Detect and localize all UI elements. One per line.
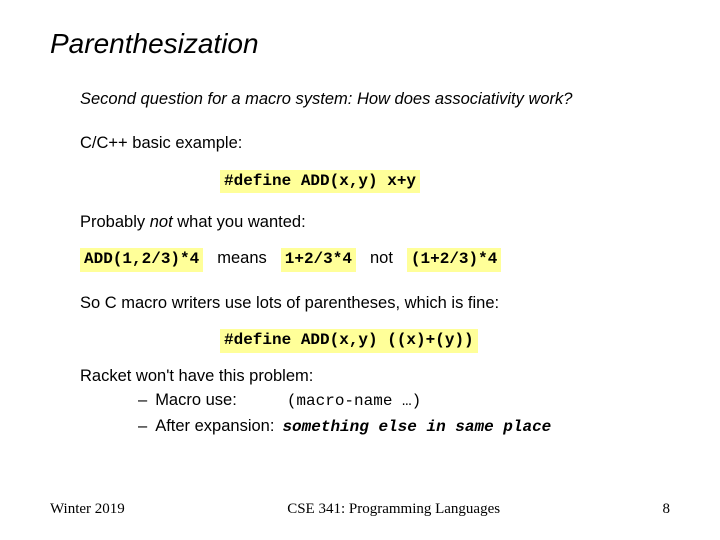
footer-term: Winter 2019 (50, 501, 125, 518)
code-call: ADD(1,2/3)*4 (80, 248, 203, 272)
probably-prefix: Probably (80, 213, 150, 231)
define-line-2: #define ADD(x,y) ((x)+(y)) (80, 328, 670, 353)
footer-course: CSE 341: Programming Languages (287, 501, 500, 518)
bullet-dash-2: – (138, 415, 147, 437)
not-label: not (370, 247, 393, 269)
probably-suffix: what you wanted: (173, 213, 306, 231)
code-define2: #define ADD(x,y) ((x)+(y)) (220, 329, 478, 353)
probably-not-word: not (150, 213, 173, 231)
expansion-row: ADD(1,2/3)*4 means 1+2/3*4 not (1+2/3)*4 (80, 247, 670, 272)
intro-question: Second question for a macro system: How … (80, 88, 670, 110)
bullet-dash-1: – (138, 389, 147, 411)
bullet1-label: Macro use: (155, 389, 237, 411)
bullet-list: – Macro use: (macro-name …) – After expa… (80, 389, 670, 438)
bullet1-code: (macro-name …) (287, 391, 421, 413)
bullet-2: – After expansion: something else in sam… (138, 415, 670, 439)
bullet-1: – Macro use: (macro-name …) (138, 389, 670, 413)
probably-not-line: Probably not what you wanted: (80, 211, 670, 233)
slide-footer: Winter 2019 CSE 341: Programming Languag… (0, 501, 720, 518)
define-line-1: #define ADD(x,y) x+y (80, 169, 670, 194)
bullet2-code: something else in same place (282, 417, 551, 439)
racket-line: Racket won't have this problem: (80, 365, 670, 387)
code-define1: #define ADD(x,y) x+y (220, 170, 420, 194)
slide-body: Second question for a macro system: How … (50, 88, 670, 438)
footer-page: 8 (662, 501, 670, 518)
so-line: So C macro writers use lots of parenthes… (80, 292, 670, 314)
code-means: 1+2/3*4 (281, 248, 356, 272)
example-label: C/C++ basic example: (80, 132, 670, 154)
slide-title: Parenthesization (50, 28, 670, 60)
bullet2-label: After expansion: (155, 415, 274, 437)
means-label: means (217, 247, 267, 269)
code-not: (1+2/3)*4 (407, 248, 501, 272)
